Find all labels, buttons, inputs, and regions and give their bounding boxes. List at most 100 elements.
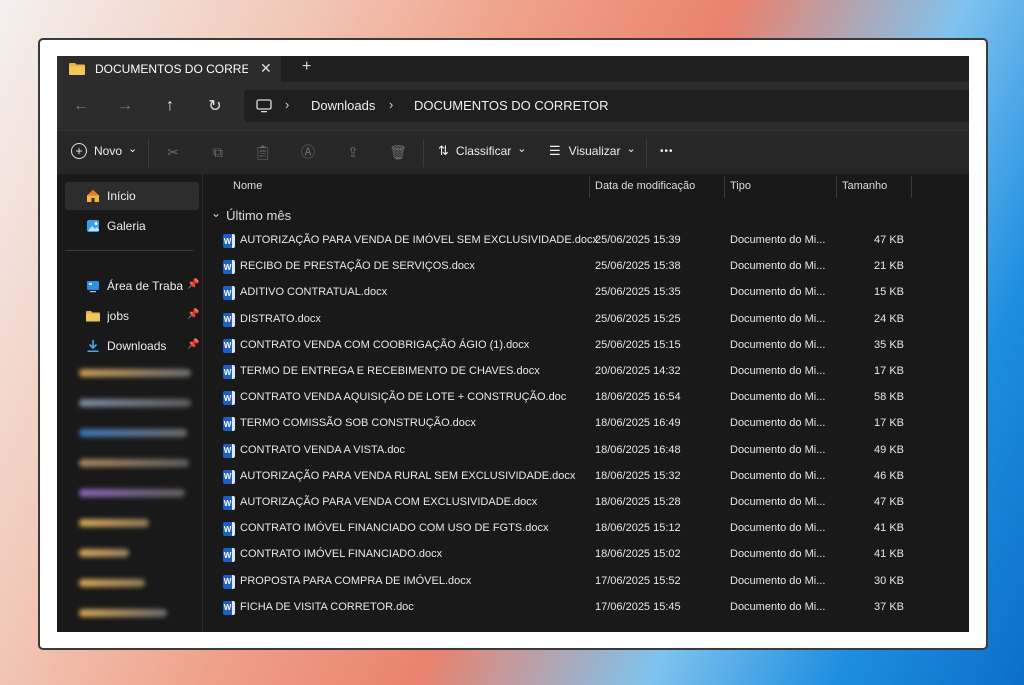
paste-icon[interactable]: 📋︎ xyxy=(254,143,272,161)
table-row[interactable]: W FICHA DE VISITA CORRETOR.doc 17/06/2025 … xyxy=(203,595,969,621)
file-date: 25/06/2025 15:38 xyxy=(595,260,681,273)
download-icon xyxy=(86,339,100,353)
chevron-down-icon: ⌄ xyxy=(626,142,636,155)
group-header[interactable]: ⌄ Último mês xyxy=(211,205,292,224)
file-size: 15 KB xyxy=(874,286,904,299)
table-row[interactable]: W TERMO COMISSÃO SOB CONSTRUÇÃO.docx 18/06… xyxy=(203,411,969,437)
sort-arrows-icon: ⇅ xyxy=(438,143,449,158)
table-row[interactable]: W PROPOSTA PARA COMPRA DE IMÓVEL.docx 17/0… xyxy=(203,569,969,595)
chevron-down-icon: ⌄ xyxy=(211,205,222,220)
table-row[interactable]: W CONTRATO IMÓVEL FINANCIADO.docx 18/06/20… xyxy=(203,542,969,568)
redacted-item xyxy=(79,459,189,467)
table-row[interactable]: W CONTRATO VENDA A VISTA.doc 18/06/2025 16… xyxy=(203,438,969,464)
file-type: Documento do Mi... xyxy=(730,286,826,299)
close-icon[interactable]: ✕ xyxy=(260,60,272,77)
table-row[interactable]: W RECIBO DE PRESTAÇÃO DE SERVIÇOS.docx 25/… xyxy=(203,254,969,280)
file-name: DISTRATO.docx xyxy=(240,312,321,325)
file-size: 21 KB xyxy=(874,260,904,273)
toolbar-divider xyxy=(148,139,149,167)
file-name: CONTRATO VENDA COM COOBRIGAÇÃO ÁGIO (1).… xyxy=(240,338,530,351)
file-name: FICHA DE VISITA CORRETOR.doc xyxy=(240,600,414,613)
column-divider[interactable] xyxy=(724,176,725,198)
view-button[interactable]: ☰ Visualizar ⌄ xyxy=(549,143,636,159)
forward-arrow-icon[interactable]: → xyxy=(113,94,137,118)
word-document-icon: W xyxy=(223,365,235,379)
file-date: 25/06/2025 15:39 xyxy=(595,234,681,246)
group-label: Último mês xyxy=(226,208,292,223)
table-row[interactable]: W CONTRATO VENDA COM COOBRIGAÇÃO ÁGIO (1)… xyxy=(203,333,969,359)
table-row[interactable]: W AUTORIZAÇÃO PARA VENDA COM EXCLUSIVIDAD… xyxy=(203,490,969,516)
delete-icon[interactable]: 🗑︎ xyxy=(389,143,407,161)
file-type: Documento do Mi... xyxy=(730,234,826,246)
sidebar-item-label: Área de Trabalho xyxy=(107,279,183,293)
file-name: TERMO COMISSÃO SOB CONSTRUÇÃO.docx xyxy=(240,417,476,430)
breadcrumb-current[interactable]: DOCUMENTOS DO CORRETOR xyxy=(414,98,609,113)
table-row[interactable]: W DISTRATO.docx 25/06/2025 15:25 Documento … xyxy=(203,307,969,333)
breadcrumb-downloads[interactable]: Downloads xyxy=(311,98,375,113)
new-button[interactable]: + Novo ⌄ xyxy=(71,143,137,159)
file-name: AUTORIZAÇÃO PARA VENDA DE IMÓVEL SEM EXC… xyxy=(240,234,599,246)
pin-icon: 📌 xyxy=(187,279,200,290)
tab-title: DOCUMENTOS DO CORRETOR xyxy=(95,62,248,76)
redacted-item xyxy=(79,579,145,587)
word-document-icon: W xyxy=(223,522,235,537)
file-type: Documento do Mi... xyxy=(730,574,826,587)
file-size: 41 KB xyxy=(874,522,904,535)
monitor-icon xyxy=(256,99,272,113)
home-icon xyxy=(86,189,100,203)
table-row[interactable]: W AUTORIZAÇÃO PARA VENDA RURAL SEM EXCLUS… xyxy=(203,464,969,490)
word-document-icon: W xyxy=(223,312,235,327)
redacted-item xyxy=(79,609,167,617)
tab-documentos[interactable]: DOCUMENTOS DO CORRETOR ✕ xyxy=(57,56,281,82)
table-row[interactable]: W AUTORIZAÇÃO PARA VENDA DE IMÓVEL SEM EX… xyxy=(203,228,969,254)
table-row[interactable]: W ADITIVO CONTRATUAL.docx 25/06/2025 15:35… xyxy=(203,280,969,306)
column-divider[interactable] xyxy=(911,176,912,198)
word-document-icon: W xyxy=(223,417,235,432)
file-date: 17/06/2025 15:52 xyxy=(595,574,681,587)
column-header-name[interactable]: Nome xyxy=(233,180,262,192)
file-explorer-window: DOCUMENTOS DO CORRETOR ✕ + ← → ↑ ↻ › Dow… xyxy=(57,56,969,632)
refresh-icon[interactable]: ↻ xyxy=(203,94,227,118)
file-date: 25/06/2025 15:35 xyxy=(595,286,681,299)
new-tab-button[interactable]: + xyxy=(302,58,311,76)
redacted-item xyxy=(79,489,185,497)
sidebar-item-inicio[interactable]: Início xyxy=(65,182,199,210)
file-list-pane: Nome Data de modificação Tipo Tamanho ⌄ … xyxy=(203,174,969,632)
file-size: 47 KB xyxy=(874,496,904,508)
file-type: Documento do Mi... xyxy=(730,312,826,325)
file-date: 18/06/2025 15:12 xyxy=(595,522,681,535)
address-input[interactable]: › Downloads › DOCUMENTOS DO CORRETOR xyxy=(244,90,969,122)
view-label: Visualizar xyxy=(568,144,621,158)
sort-button[interactable]: ⇅ Classificar ⌄ xyxy=(438,143,526,159)
table-row[interactable]: W TERMO DE ENTREGA E RECEBIMENTO DE CHAVE… xyxy=(203,359,969,385)
sidebar-item-desktop[interactable]: Área de Trabalho 📌 xyxy=(65,272,199,300)
table-row[interactable]: W CONTRATO IMÓVEL FINANCIADO COM USO DE F… xyxy=(203,516,969,542)
column-divider[interactable] xyxy=(836,176,837,198)
sidebar-item-jobs[interactable]: jobs 📌 xyxy=(65,302,199,330)
desktop-icon xyxy=(86,279,100,293)
back-arrow-icon[interactable]: ← xyxy=(69,94,93,118)
file-type: Documento do Mi... xyxy=(730,522,826,535)
sidebar-item-downloads[interactable]: Downloads 📌 xyxy=(65,332,199,360)
copy-icon[interactable]: ⧉ xyxy=(209,143,227,161)
share-icon[interactable]: ⇪ xyxy=(344,143,362,161)
sidebar-item-galeria[interactable]: Galeria xyxy=(65,212,199,240)
file-size: 41 KB xyxy=(874,548,904,561)
word-document-icon: W xyxy=(223,574,235,589)
column-header-size[interactable]: Tamanho xyxy=(842,180,887,192)
column-header-type[interactable]: Tipo xyxy=(730,180,751,192)
column-divider[interactable] xyxy=(589,176,590,198)
chevron-down-icon: ⌄ xyxy=(517,142,527,155)
breadcrumb-separator: › xyxy=(285,97,290,112)
column-header-date[interactable]: Data de modificação xyxy=(595,180,695,192)
table-row[interactable]: W CONTRATO VENDA AQUISIÇÃO DE LOTE + CONS… xyxy=(203,385,969,411)
breadcrumb-separator: › xyxy=(389,97,394,112)
more-options-icon[interactable]: ••• xyxy=(660,146,674,157)
file-type: Documento do Mi... xyxy=(730,600,826,613)
rename-icon[interactable]: Ⓐ xyxy=(299,143,317,161)
up-arrow-icon[interactable]: ↑ xyxy=(158,94,182,118)
file-date: 18/06/2025 15:02 xyxy=(595,548,681,561)
sidebar-divider xyxy=(65,250,193,251)
cut-icon[interactable]: ✂ xyxy=(164,143,182,161)
word-document-icon: W xyxy=(223,260,235,275)
